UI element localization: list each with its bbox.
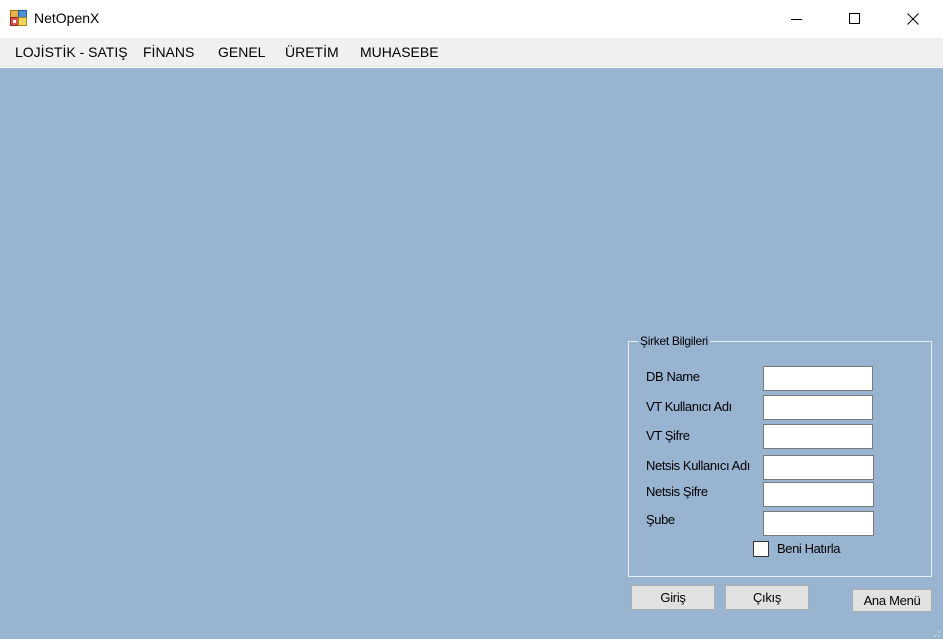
app-window: NetOpenX LOJİSTİK - SATIŞ FİNANS GENEL Ü… <box>0 0 943 639</box>
maximize-icon <box>849 13 861 25</box>
resize-grip-icon[interactable] <box>929 625 941 637</box>
vt-username-input[interactable] <box>763 395 873 420</box>
minimize-icon <box>791 13 803 25</box>
exit-button[interactable]: Çıkış <box>725 585 809 610</box>
netsis-username-label: Netsis Kullanıcı Adı <box>646 458 750 473</box>
menu-item-uretim[interactable]: ÜRETİM <box>285 38 339 67</box>
db-name-label: DB Name <box>646 369 700 384</box>
branch-input[interactable] <box>763 511 874 536</box>
vt-password-label: VT Şifre <box>646 428 690 443</box>
minimize-button[interactable] <box>768 0 826 38</box>
app-window-icon <box>10 10 27 26</box>
db-name-input[interactable] <box>763 366 873 391</box>
menu-item-finans[interactable]: FİNANS <box>143 38 194 67</box>
maximize-button[interactable] <box>826 0 884 38</box>
title-bar: NetOpenX <box>0 0 943 38</box>
login-button[interactable]: Giriş <box>631 585 715 610</box>
branch-label: Şube <box>646 512 675 527</box>
close-button[interactable] <box>884 0 942 38</box>
vt-password-input[interactable] <box>763 424 873 449</box>
menu-item-genel[interactable]: GENEL <box>218 38 265 67</box>
remember-me-checkbox[interactable] <box>753 541 769 557</box>
vt-username-label: VT Kullanıcı Adı <box>646 399 732 414</box>
remember-me-label[interactable]: Beni Hatırla <box>777 541 841 557</box>
close-icon <box>907 13 919 25</box>
netsis-password-input[interactable] <box>763 482 874 507</box>
netsis-username-input[interactable] <box>763 455 874 480</box>
main-menu-button[interactable]: Ana Menü <box>852 589 932 612</box>
netsis-password-label: Netsis Şifre <box>646 484 708 499</box>
company-info-group-title: Şirket Bilgileri <box>638 334 710 348</box>
menu-item-lojistik-satis[interactable]: LOJİSTİK - SATIŞ <box>15 38 128 67</box>
menu-item-muhasebe[interactable]: MUHASEBE <box>360 38 439 67</box>
window-title: NetOpenX <box>34 10 100 26</box>
menu-bar: LOJİSTİK - SATIŞ FİNANS GENEL ÜRETİM MUH… <box>0 38 943 67</box>
